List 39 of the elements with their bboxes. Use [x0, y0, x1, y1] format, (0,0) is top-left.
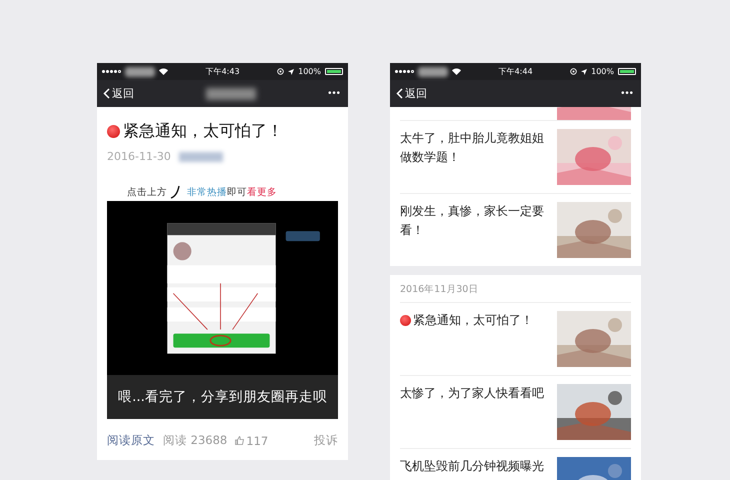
article-link[interactable]: 紧急通知，太可怕了！ [413, 311, 533, 330]
wifi-icon [452, 68, 461, 75]
back-button[interactable]: 返回 [103, 86, 134, 101]
more-button[interactable]: ••• [327, 88, 340, 98]
video-caption: 喂...看完了，分享到朋友圈再走呗 [107, 374, 338, 419]
blurred-carrier [418, 66, 448, 76]
signal-icon [395, 70, 414, 73]
article-title: 紧急通知，太可怕了！ [123, 121, 283, 142]
signal-icon [102, 70, 121, 73]
read-original-link[interactable]: 阅读原文 [107, 433, 155, 448]
article-link[interactable]: 太牛了，肚中胎儿竟教姐姐做数学题！ [400, 129, 549, 166]
location-icon [581, 68, 588, 74]
location-icon [288, 68, 294, 74]
back-chevron-icon [396, 88, 403, 99]
lock-rotation-icon [277, 68, 284, 75]
prompt-highlight: 非常热播即可看更多 [187, 186, 277, 199]
battery-icon [325, 68, 343, 75]
blurred-author [178, 152, 223, 162]
alert-dot-icon [107, 125, 120, 138]
article-link[interactable]: 飞机坠毁前几分钟视频曝光 [400, 457, 544, 476]
prompt-text: 点击上方 [127, 186, 167, 199]
back-chevron-icon [103, 88, 110, 99]
battery-icon [618, 68, 636, 75]
thumbs-up-icon [235, 436, 244, 445]
back-button[interactable]: 返回 [396, 86, 427, 101]
battery-percent: 100% [298, 67, 321, 76]
clock: 下午4:44 [498, 66, 534, 77]
more-button[interactable]: ••• [620, 88, 633, 98]
publish-date: 2016-11-30 [107, 150, 171, 163]
lock-rotation-icon [570, 68, 578, 75]
read-count: 阅读 23688 [163, 433, 228, 448]
wifi-icon [159, 68, 168, 75]
blurred-title [206, 88, 256, 100]
group-date: 2016年11月30日 [400, 275, 631, 303]
clock: 下午4:43 [204, 66, 241, 77]
battery-percent: 100% [591, 67, 614, 76]
blurred-carrier [125, 66, 155, 76]
article-link[interactable]: 太惨了，为了家人快看看吧 [400, 384, 544, 403]
article-link[interactable]: 刚发生，真惨，家长一定要看！ [400, 202, 549, 240]
